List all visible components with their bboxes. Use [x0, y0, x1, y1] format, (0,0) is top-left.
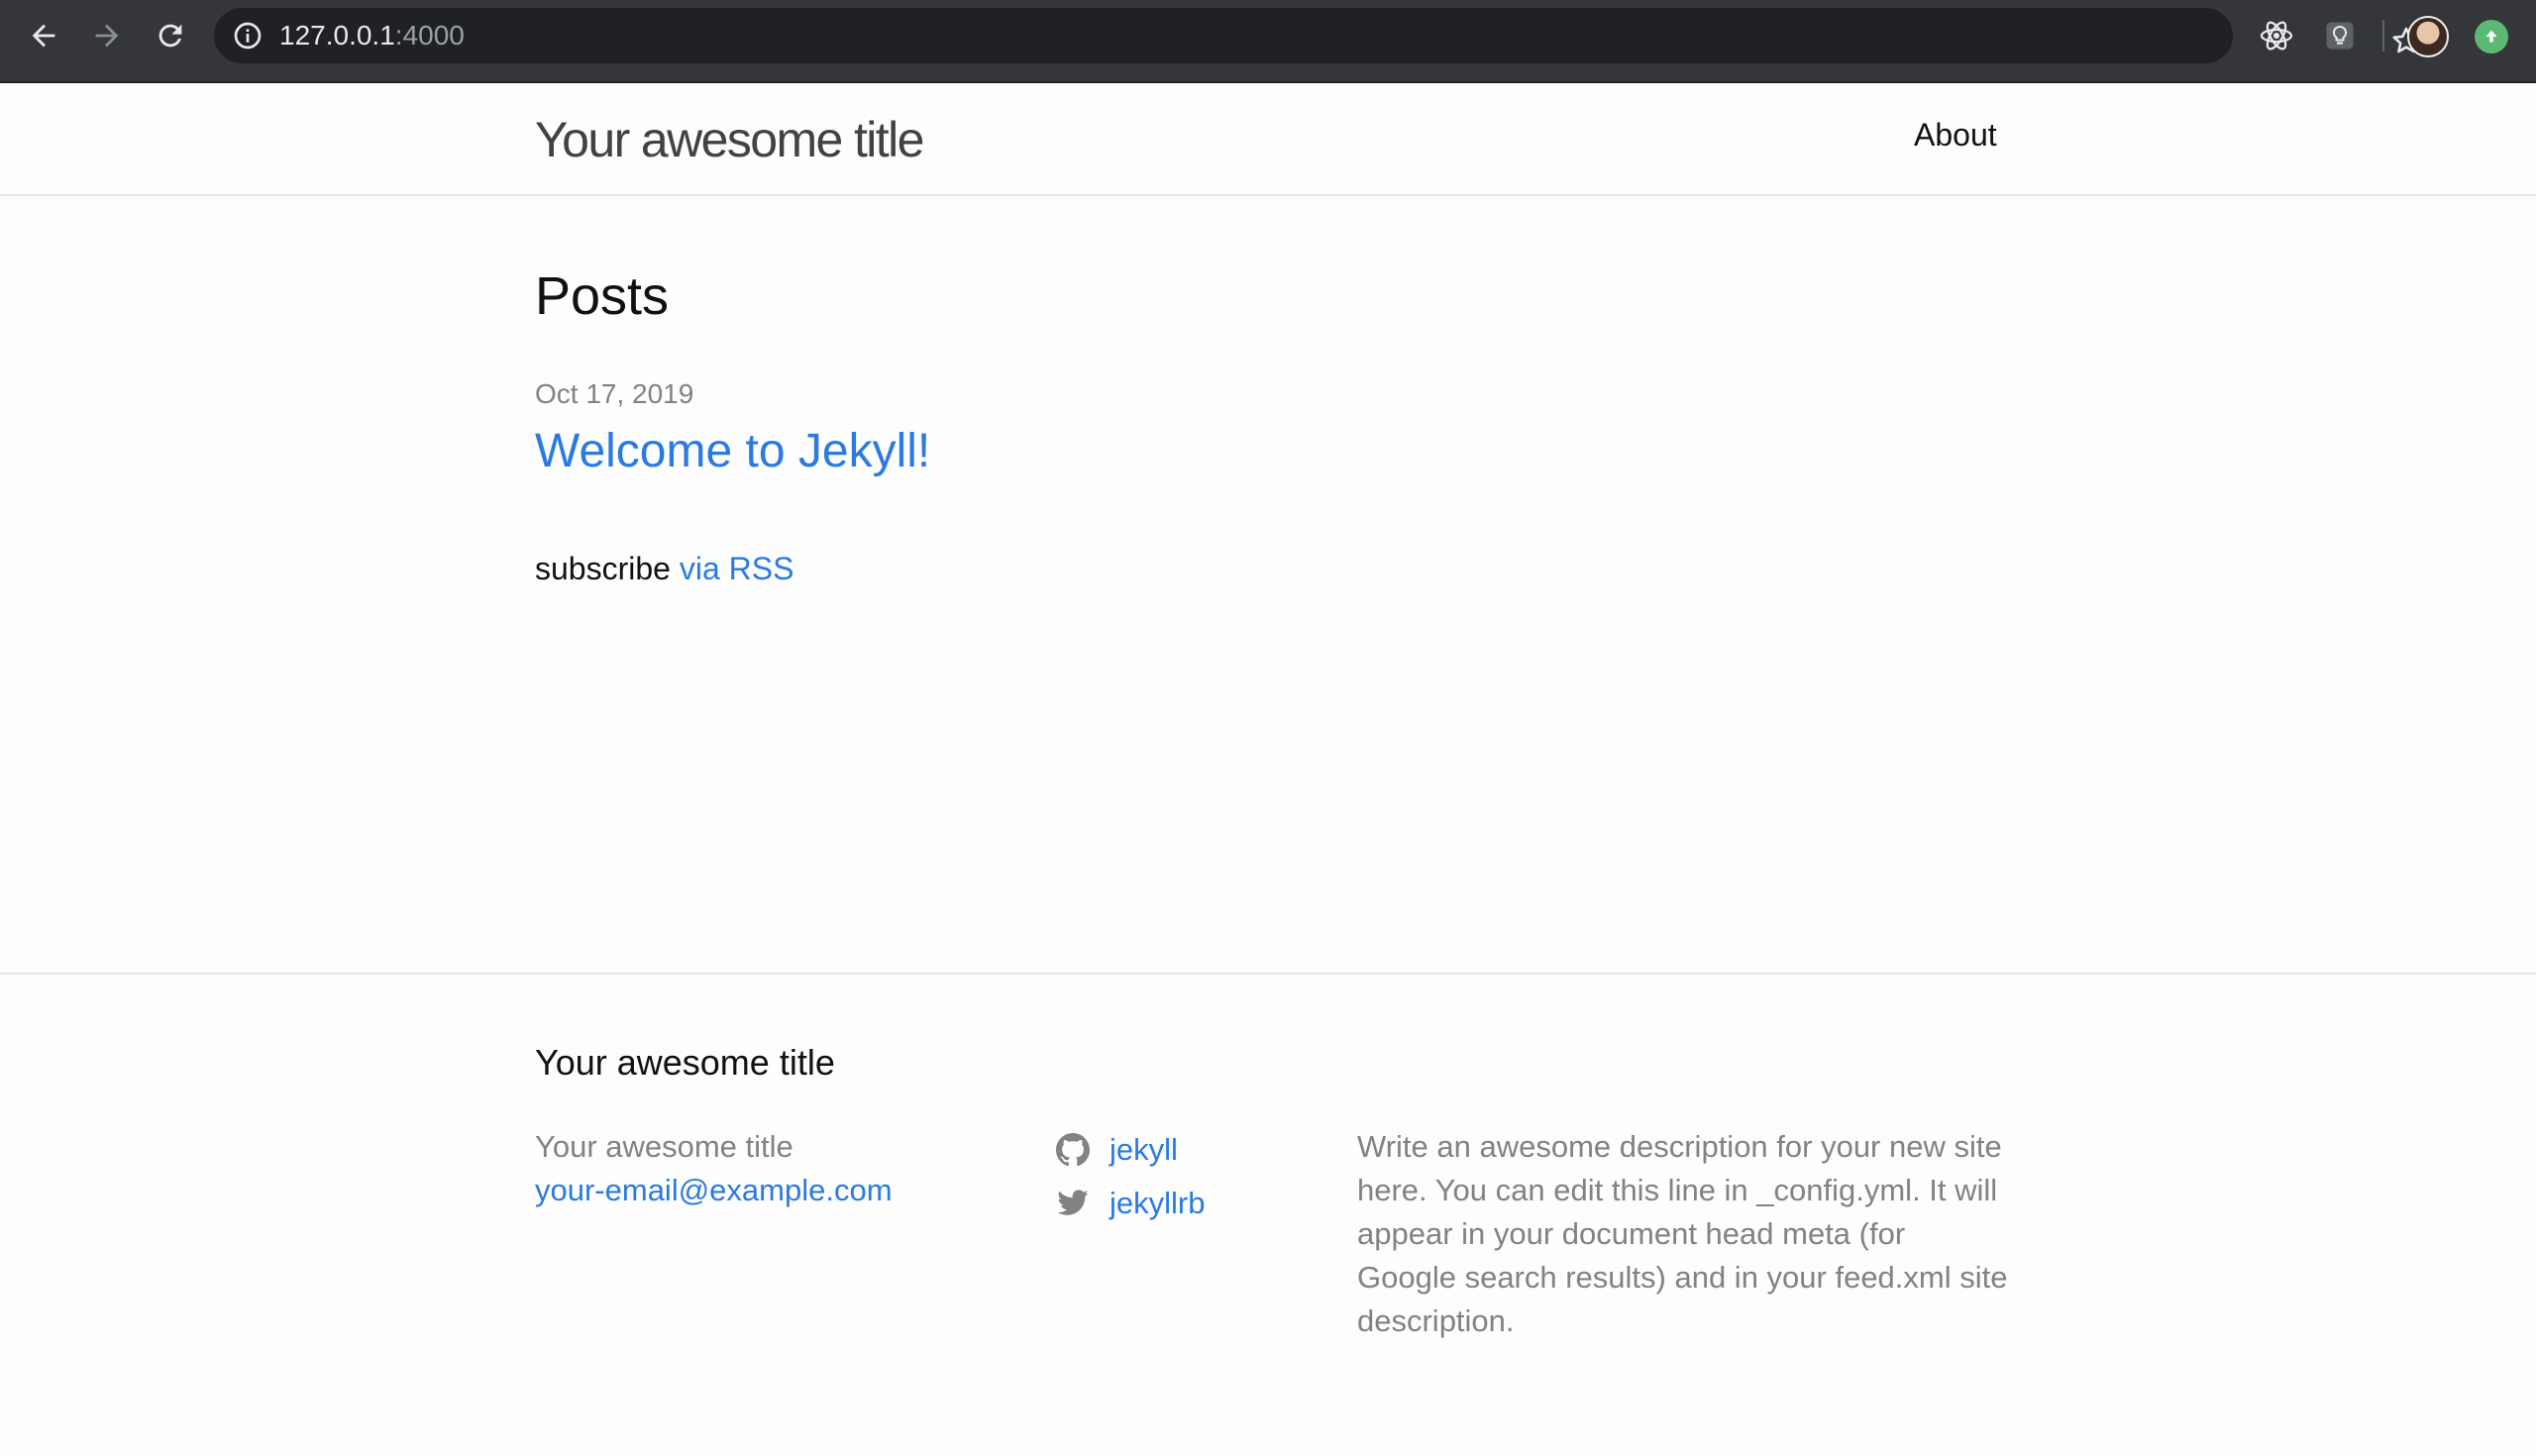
lightbulb-extension-icon[interactable]: [2322, 18, 2358, 53]
footer-contact: Your awesome title your-email@example.co…: [535, 1125, 893, 1212]
site-footer: Your awesome title Your awesome title yo…: [0, 973, 2536, 1456]
twitter-icon: [1057, 1190, 1089, 1215]
update-button[interactable]: [2475, 20, 2508, 53]
post-title-link[interactable]: Welcome to Jekyll!: [535, 424, 930, 478]
subscribe-line: subscribe via RSS: [535, 551, 793, 587]
twitter-link[interactable]: jekyllrb: [1110, 1177, 1205, 1230]
social-links: jekyll jekyllrb: [1056, 1123, 1205, 1230]
forward-icon: [95, 24, 119, 48]
reload-button[interactable]: [149, 14, 192, 57]
site-description: Write an awesome description for your ne…: [1357, 1129, 2008, 1338]
footer-name: Your awesome title: [535, 1129, 793, 1164]
subscribe-text: subscribe: [535, 551, 671, 586]
site-header: Your awesome title About: [0, 83, 2536, 196]
url-host: 127.0.0.1: [279, 20, 395, 51]
github-link[interactable]: jekyll: [1110, 1123, 1178, 1177]
url-text[interactable]: 127.0.0.1:4000: [279, 8, 465, 63]
browser-toolbar: 127.0.0.1:4000: [0, 0, 2536, 83]
social-item-twitter[interactable]: jekyllrb: [1056, 1177, 1205, 1230]
posts-heading: Posts: [535, 266, 670, 326]
update-icon: [2485, 30, 2497, 43]
url-port: :4000: [394, 20, 465, 51]
footer-heading: Your awesome title: [535, 1042, 835, 1083]
social-item-github[interactable]: jekyll: [1056, 1123, 1205, 1177]
footer-email-link[interactable]: your-email@example.com: [535, 1173, 893, 1207]
forward-button[interactable]: [85, 14, 129, 57]
github-icon: [1056, 1133, 1090, 1167]
profile-avatar[interactable]: [2407, 16, 2449, 57]
react-devtools-icon[interactable]: [2259, 18, 2294, 53]
address-bar[interactable]: 127.0.0.1:4000: [214, 8, 2420, 63]
toolbar-separator: [2382, 20, 2384, 52]
site-title-link[interactable]: Your awesome title: [535, 111, 924, 168]
nav-about-link[interactable]: About: [1914, 117, 1997, 154]
back-button[interactable]: [22, 14, 65, 57]
back-icon: [32, 24, 55, 48]
post-date: Oct 17, 2019: [535, 378, 694, 409]
rss-link[interactable]: via RSS: [680, 551, 794, 586]
reload-icon: [158, 24, 182, 48]
info-icon[interactable]: [232, 20, 264, 52]
